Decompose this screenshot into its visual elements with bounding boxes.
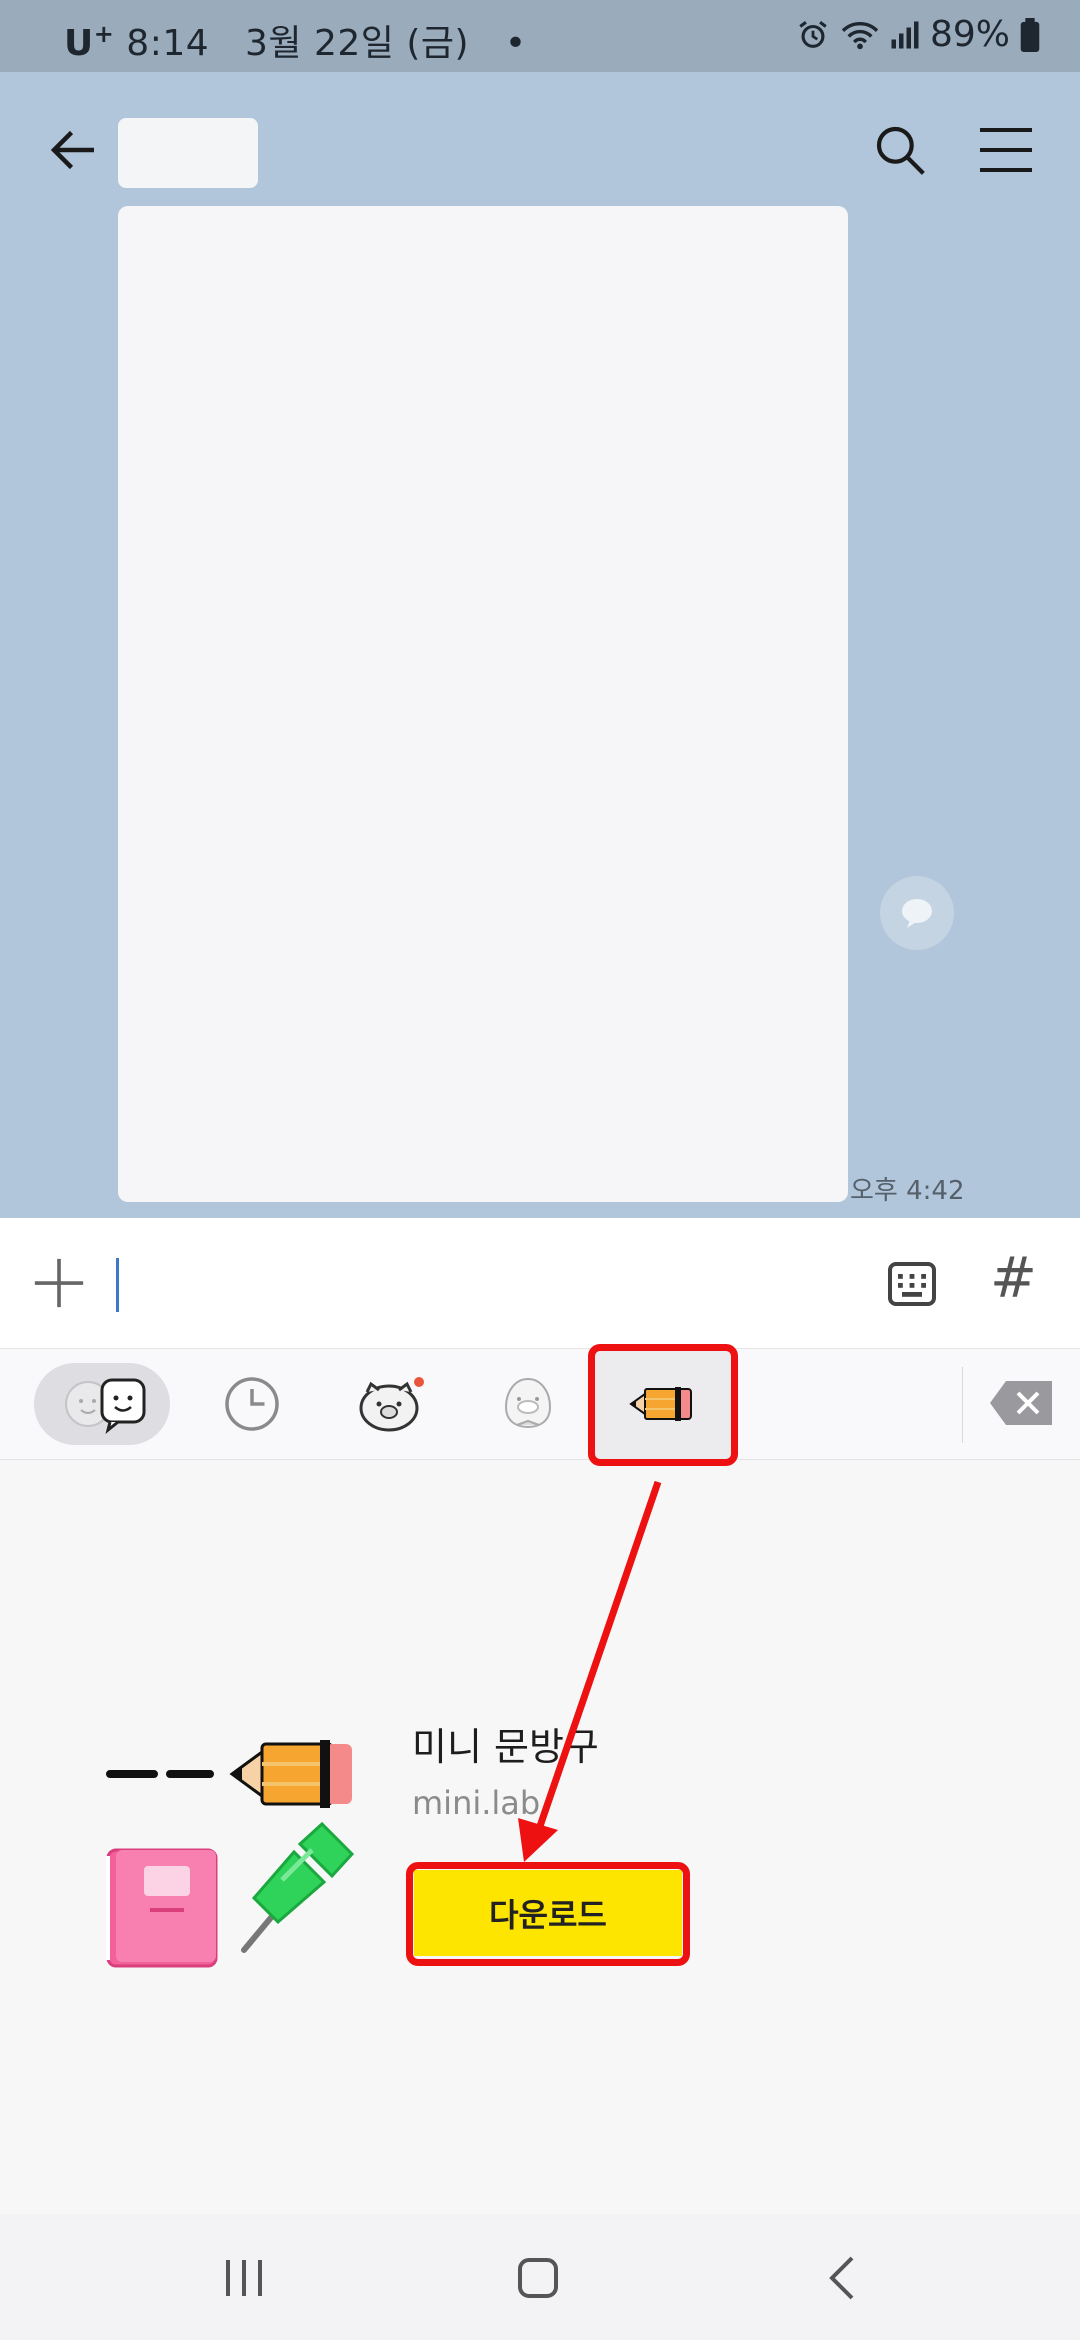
- status-bar: U+ 8:14 3월 22일 (금) • 89%: [0, 0, 1080, 72]
- status-left: U+ 8:14 3월 22일 (금) •: [64, 14, 527, 66]
- message-bubble[interactable]: [118, 206, 848, 1202]
- search-button[interactable]: [872, 122, 928, 178]
- alarm-icon: [799, 20, 827, 48]
- sticker-pack-preview: [104, 1720, 364, 1970]
- status-time: 8:14: [126, 23, 210, 64]
- chevron-left-icon: [829, 2256, 854, 2300]
- notification-dot: •: [504, 23, 527, 64]
- recents-icon: [226, 2260, 262, 2296]
- tab-bird-sticker[interactable]: [488, 1363, 568, 1445]
- search-icon: [876, 126, 925, 175]
- system-nav-bar: [0, 2214, 1080, 2340]
- stationery-sticker-image: [106, 1740, 355, 1968]
- highlight-box-download: [406, 1862, 690, 1966]
- sticker-pack-name: 미니 문방구: [412, 1725, 599, 1769]
- bird-sticker-icon: [504, 1377, 552, 1429]
- emoticon-faces-icon: [65, 1378, 146, 1434]
- nav-back-button[interactable]: [814, 2248, 874, 2308]
- hashtag-button[interactable]: #: [990, 1246, 1037, 1311]
- signal-icon: [891, 21, 919, 48]
- status-right: 89%: [796, 14, 1040, 55]
- highlight-box-tab: [588, 1344, 738, 1466]
- message-input-bar: #: [0, 1218, 1080, 1349]
- nav-home-button[interactable]: [508, 2248, 568, 2308]
- text-cursor[interactable]: [116, 1258, 119, 1312]
- tab-emoticons[interactable]: [34, 1363, 170, 1445]
- backspace-icon: [990, 1381, 1052, 1425]
- nav-recents-button[interactable]: [214, 2248, 274, 2308]
- chat-title: [118, 118, 258, 188]
- back-button[interactable]: [44, 120, 104, 180]
- pig-sticker-icon: [359, 1377, 424, 1432]
- clock-icon: [225, 1377, 279, 1431]
- message-timestamp: 오후 4:42: [850, 1176, 965, 1206]
- share-button[interactable]: [880, 876, 954, 950]
- carrier-label: U+: [64, 20, 115, 64]
- menu-button[interactable]: [976, 124, 1036, 176]
- attach-button[interactable]: [30, 1254, 88, 1312]
- delete-button[interactable]: [988, 1379, 1056, 1427]
- chat-area: 오후 4:42: [0, 72, 1080, 1218]
- keyboard-icon: [888, 1262, 936, 1306]
- speech-bubble-icon: [902, 899, 932, 928]
- plus-icon: [34, 1258, 84, 1308]
- home-icon: [518, 2258, 558, 2298]
- emoticon-tab-bar: [0, 1349, 1080, 1460]
- keyboard-button[interactable]: [886, 1258, 938, 1310]
- status-date: 3월 22일 (금): [244, 23, 470, 64]
- battery-percent: 89%: [929, 14, 1010, 55]
- arrow-left-icon: [50, 130, 94, 170]
- wifi-icon: [841, 21, 879, 49]
- tab-recent[interactable]: [214, 1363, 290, 1445]
- tab-pig-sticker[interactable]: [350, 1363, 430, 1445]
- tab-divider: [962, 1367, 963, 1443]
- battery-icon: [1020, 17, 1040, 52]
- sticker-pack-author: mini.lab: [412, 1784, 541, 1822]
- menu-icon: [980, 128, 1032, 172]
